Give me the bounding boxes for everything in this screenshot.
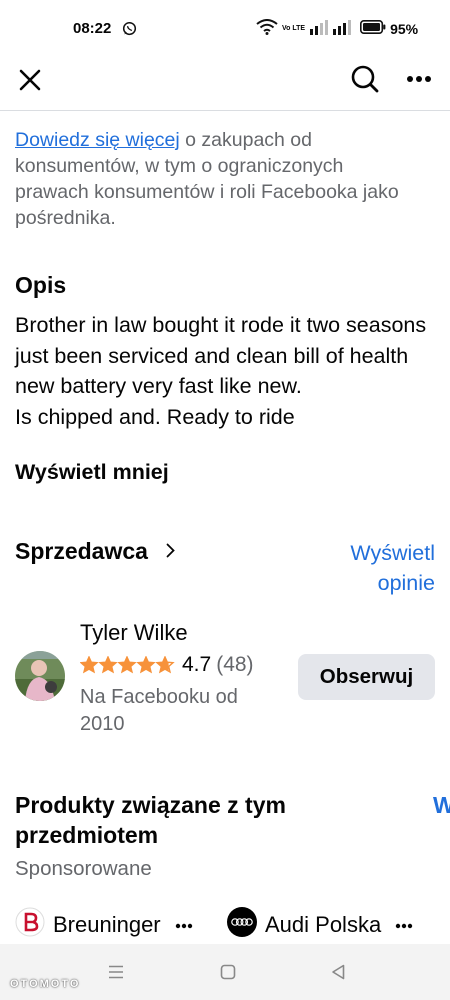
seller-name[interactable]: Tyler Wilke [80,620,188,646]
seller-header[interactable]: Sprzedawca [15,538,175,565]
search-icon[interactable] [348,62,382,96]
wifi-icon [256,18,278,40]
seller-section-title: Sprzedawca [15,538,148,564]
ad-card-audi[interactable]: Audi Polska [227,907,413,942]
ad-name: Audi Polska [265,911,382,937]
more-icon[interactable] [403,64,435,94]
seller-avatar[interactable] [15,651,65,701]
back-icon[interactable] [322,960,354,984]
status-bar: 08:22 Vo LTE 95% [0,0,450,58]
rating-star [136,656,156,674]
rating-count: (48) [216,653,254,676]
rating-star [155,656,175,674]
more-options-icon[interactable] [175,916,193,934]
learn-more-link[interactable]: Dowiedz się więcej [15,129,180,151]
system-nav-bar [0,944,450,1000]
description-title: Opis [15,272,67,298]
view-ratings-link[interactable]: Wyświetl opinie [295,538,435,598]
recent-apps-icon[interactable] [100,960,132,984]
rating-star [117,656,137,674]
ad-card-breuninger[interactable]: Breuninger [15,907,193,942]
home-icon[interactable] [212,960,244,984]
rating-stars-icon [80,656,175,674]
rating-value: 4.7 [182,653,212,676]
signal-icon [309,19,329,40]
consumer-info: Dowiedz się więcej o zakupach od konsume… [15,127,415,231]
battery-percent: 95% [390,21,419,37]
follow-button[interactable]: Obserwuj [298,654,435,700]
chevron-right-icon [166,543,175,563]
seller-rating: 4.7 (48) [80,653,254,677]
network-label: Vo LTE [282,25,306,32]
show-less-button[interactable]: Wyświetl mniej [15,460,169,485]
ad-name: Breuninger [53,911,161,937]
signal-icon-2 [332,19,352,40]
more-options-icon[interactable] [395,916,413,934]
sponsored-label: Sponsorowane [15,857,152,880]
related-products-title: Produkty związane z tym przedmiotem [15,792,286,848]
rating-star [80,656,99,674]
whatsapp-icon [122,21,137,41]
rating-star [98,656,118,674]
breuninger-logo-icon [15,907,45,942]
close-icon[interactable] [14,64,46,96]
member-since: Na Facebooku od 2010 [80,686,238,735]
related-see-all-link[interactable]: W [433,792,450,819]
audi-logo-icon [227,907,257,942]
top-bar [0,58,450,111]
status-indicators: Vo LTE 95% [256,18,418,40]
battery-icon [360,19,386,39]
watermark-logo: OTOMOTO [10,978,81,990]
description-text: Brother in law bought it rode it two sea… [15,313,427,429]
status-time: 08:22 [73,20,112,37]
